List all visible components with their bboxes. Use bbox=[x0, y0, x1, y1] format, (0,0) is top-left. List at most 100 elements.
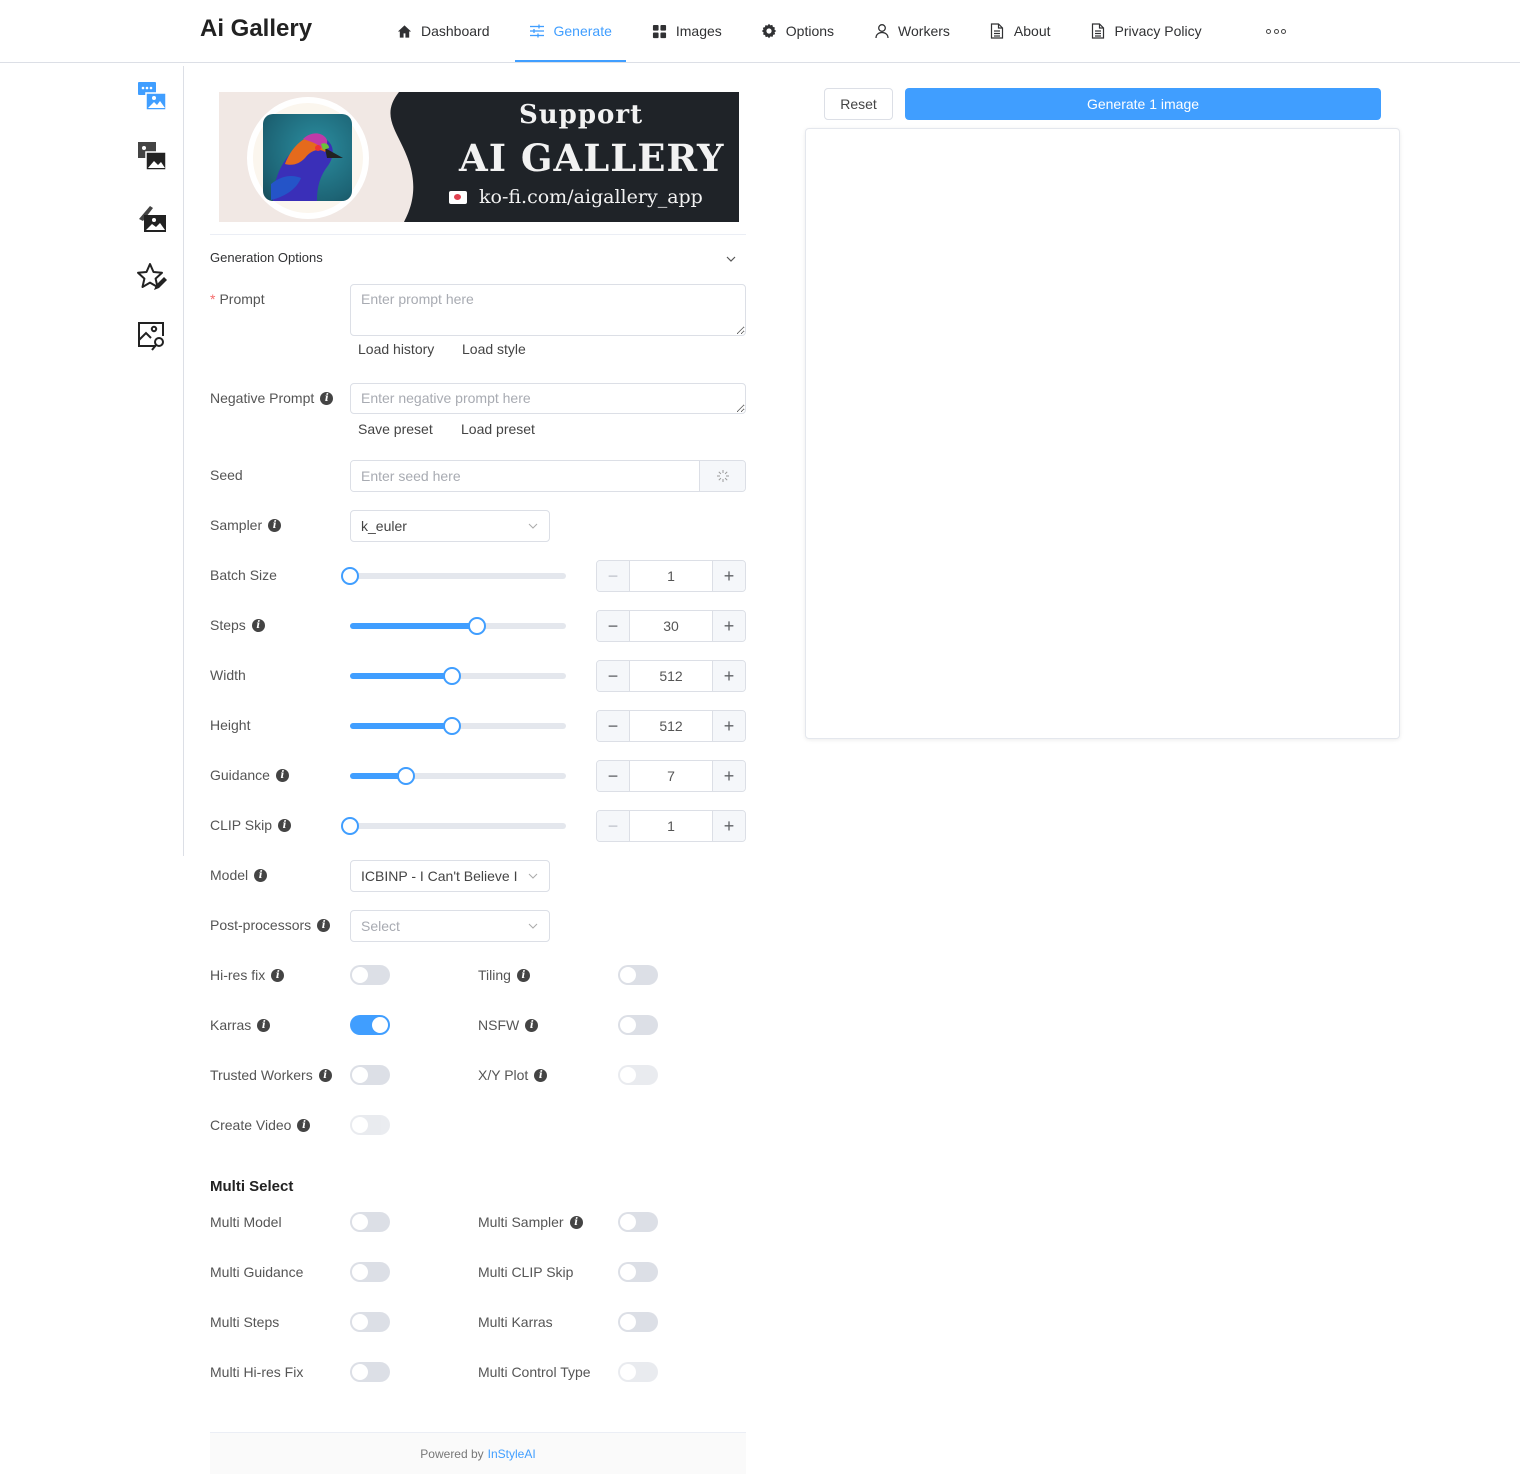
nav-workers[interactable]: Workers bbox=[859, 0, 964, 62]
instyleai-link[interactable]: InStyleAI bbox=[488, 1447, 536, 1461]
inpaint-icon[interactable] bbox=[136, 202, 168, 234]
info-icon[interactable]: i bbox=[569, 1215, 583, 1229]
nav-images[interactable]: Images bbox=[637, 0, 736, 62]
clip_skip-value[interactable]: 1 bbox=[630, 811, 712, 841]
image-search-icon[interactable] bbox=[136, 320, 168, 352]
info-icon[interactable]: i bbox=[257, 1018, 271, 1032]
info-icon[interactable]: i bbox=[297, 1118, 311, 1132]
hi-res-fix-label-text: Hi-res fix bbox=[210, 967, 266, 983]
multi-sampler-label: Multi Sampler i bbox=[478, 1214, 583, 1230]
info-icon[interactable]: i bbox=[317, 918, 331, 932]
slider-thumb[interactable] bbox=[341, 567, 359, 585]
batch_size-value[interactable]: 1 bbox=[630, 561, 712, 591]
info-icon[interactable]: i bbox=[534, 1068, 548, 1082]
slider-thumb[interactable] bbox=[443, 667, 461, 685]
increment-button[interactable]: + bbox=[712, 761, 745, 791]
increment-button[interactable]: + bbox=[712, 611, 745, 641]
karras-label-text: Karras bbox=[210, 1017, 252, 1033]
nav-dashboard[interactable]: Dashboard bbox=[382, 0, 504, 62]
reset-button[interactable]: Reset bbox=[824, 88, 893, 120]
batch_size-stepper: −1 + bbox=[596, 560, 746, 592]
height-value[interactable]: 512 bbox=[630, 711, 712, 741]
model-select[interactable]: ICBINP - I Can't Believe I bbox=[350, 860, 550, 892]
guidance-slider[interactable] bbox=[350, 766, 566, 786]
support-banner[interactable]: Support AI GALLERY ko-fi.com/aigallery_a… bbox=[219, 92, 739, 222]
info-icon[interactable]: i bbox=[275, 768, 289, 782]
slider-thumb[interactable] bbox=[468, 617, 486, 635]
create-video-switch[interactable] bbox=[350, 1115, 390, 1135]
increment-button[interactable]: + bbox=[712, 661, 745, 691]
info-icon[interactable]: i bbox=[318, 1068, 332, 1082]
guidance-value[interactable]: 7 bbox=[630, 761, 712, 791]
clip_skip-slider[interactable] bbox=[341, 816, 566, 836]
nav-options[interactable]: Options bbox=[747, 0, 848, 62]
info-icon[interactable]: i bbox=[525, 1018, 539, 1032]
height-slider[interactable] bbox=[350, 716, 566, 736]
chevron-down-icon[interactable] bbox=[724, 252, 738, 266]
nav-about[interactable]: About bbox=[975, 0, 1065, 62]
slider-thumb[interactable] bbox=[443, 717, 461, 735]
seed-input[interactable] bbox=[351, 461, 699, 491]
steps-slider[interactable] bbox=[350, 616, 566, 636]
info-icon[interactable]: i bbox=[271, 968, 285, 982]
image-to-image-icon[interactable] bbox=[136, 140, 168, 172]
multi-steps-switch[interactable] bbox=[350, 1312, 390, 1332]
multi-hi-res-fix-switch[interactable] bbox=[350, 1362, 390, 1382]
decrement-button[interactable]: − bbox=[597, 811, 630, 841]
multi-sampler-switch[interactable] bbox=[618, 1212, 658, 1232]
info-icon[interactable]: i bbox=[516, 968, 530, 982]
generate-button[interactable]: Generate 1 image bbox=[905, 88, 1381, 120]
load-style-button[interactable]: Load style bbox=[462, 341, 526, 357]
prompt-input[interactable] bbox=[350, 284, 746, 336]
decrement-button[interactable]: − bbox=[597, 661, 630, 691]
width-value[interactable]: 512 bbox=[630, 661, 712, 691]
star-pencil-icon[interactable] bbox=[136, 262, 168, 294]
multi-guidance-switch[interactable] bbox=[350, 1262, 390, 1282]
nav-privacy-policy[interactable]: Privacy Policy bbox=[1076, 0, 1216, 62]
nsfw-switch[interactable] bbox=[618, 1015, 658, 1035]
sampler-value: k_euler bbox=[361, 518, 407, 534]
increment-button[interactable]: + bbox=[712, 561, 745, 591]
text-to-image-icon[interactable] bbox=[136, 80, 168, 112]
x-y-plot-switch[interactable] bbox=[618, 1065, 658, 1085]
randomize-seed-button[interactable] bbox=[699, 461, 745, 491]
post-processors-select[interactable]: Select bbox=[350, 910, 550, 942]
multi-control-type-switch[interactable] bbox=[618, 1362, 658, 1382]
slider-thumb[interactable] bbox=[341, 817, 359, 835]
batch_size-slider[interactable] bbox=[341, 566, 566, 586]
decrement-button[interactable]: − bbox=[597, 761, 630, 791]
multi-guidance-label-text: Multi Guidance bbox=[210, 1264, 304, 1280]
trusted-workers-switch[interactable] bbox=[350, 1065, 390, 1085]
increment-button[interactable]: + bbox=[712, 811, 745, 841]
width-slider[interactable] bbox=[350, 666, 566, 686]
app-brand[interactable]: Ai Gallery bbox=[200, 15, 312, 43]
nav-generate[interactable]: Generate bbox=[514, 0, 627, 62]
tiling-switch[interactable] bbox=[618, 965, 658, 985]
decrement-button[interactable]: − bbox=[597, 711, 630, 741]
negative-prompt-input[interactable] bbox=[350, 383, 746, 414]
decrement-button[interactable]: − bbox=[597, 561, 630, 591]
increment-button[interactable]: + bbox=[712, 711, 745, 741]
multi-model-switch[interactable] bbox=[350, 1212, 390, 1232]
negative-prompt-label-text: Negative Prompt bbox=[210, 390, 315, 406]
slider-thumb[interactable] bbox=[397, 767, 415, 785]
hi-res-fix-switch[interactable] bbox=[350, 965, 390, 985]
sampler-select[interactable]: k_euler bbox=[350, 510, 550, 542]
multi-model-label: Multi Model bbox=[210, 1214, 282, 1230]
steps-value[interactable]: 30 bbox=[630, 611, 712, 641]
info-icon[interactable]: i bbox=[251, 618, 265, 632]
info-icon[interactable]: i bbox=[320, 391, 334, 405]
info-icon[interactable]: i bbox=[268, 518, 282, 532]
info-icon[interactable]: i bbox=[254, 868, 268, 882]
decrement-button[interactable]: − bbox=[597, 611, 630, 641]
save-preset-button[interactable]: Save preset bbox=[358, 421, 433, 437]
multi-karras-switch[interactable] bbox=[618, 1312, 658, 1332]
karras-switch[interactable] bbox=[350, 1015, 390, 1035]
load-history-button[interactable]: Load history bbox=[358, 341, 434, 357]
slider-track bbox=[350, 823, 566, 829]
more-horizontal-icon[interactable] bbox=[1266, 24, 1286, 38]
generation-options-title[interactable]: Generation Options bbox=[210, 250, 323, 265]
load-preset-button[interactable]: Load preset bbox=[461, 421, 535, 437]
multi-clip-skip-switch[interactable] bbox=[618, 1262, 658, 1282]
info-icon[interactable]: i bbox=[278, 818, 291, 832]
